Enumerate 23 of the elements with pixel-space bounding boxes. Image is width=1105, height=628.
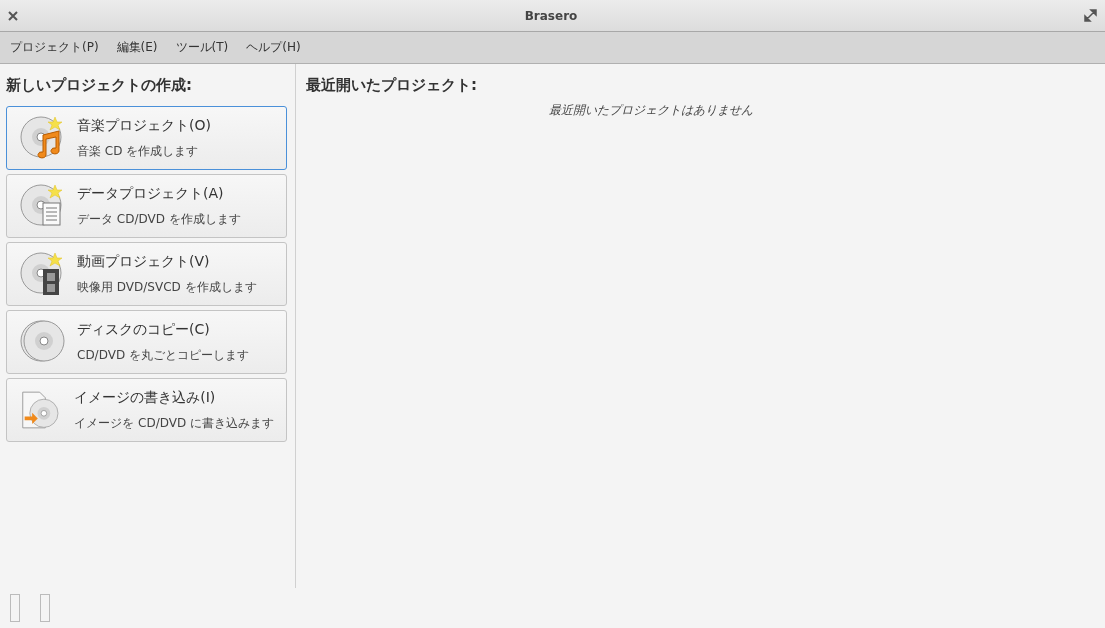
project-button[interactable]: 音楽プロジェクト(O) 音楽 CD を作成します [6, 106, 287, 170]
project-button[interactable]: イメージの書き込み(I) イメージを CD/DVD に書き込みます [6, 378, 287, 442]
menu-item[interactable]: プロジェクト(P) [10, 39, 99, 56]
empty-message: 最近開いたプロジェクトはありません [547, 102, 754, 119]
project-description: イメージを CD/DVD に書き込みます [74, 414, 274, 432]
project-title: ディスクのコピー(C) [77, 320, 211, 339]
project-button[interactable]: データプロジェクト(A) データ CD/DVD を作成します [6, 174, 287, 238]
project-description: CD/DVD を丸ごとコピーします [77, 346, 249, 364]
project-button[interactable]: 動画プロジェクト(V) 映像用 DVD/SVCD を作成します [6, 242, 287, 306]
project-title: 音楽プロジェクト(O) [77, 116, 211, 135]
project-title: イメージの書き込み(I) [74, 388, 217, 407]
menu-item[interactable]: 編集(E) [116, 39, 158, 56]
project-title: データプロジェクト(A) [77, 184, 225, 203]
project-title: 動画プロジェクト(V) [77, 252, 211, 271]
project-description: 映像用 DVD/SVCD を作成します [77, 278, 257, 296]
window-title: Brasero [524, 8, 578, 23]
section-heading: 新しいプロジェクトの作成: [6, 74, 193, 96]
project-button[interactable]: ディスクのコピー(C) CD/DVD を丸ごとコピーします [6, 310, 287, 374]
project-description: 音楽 CD を作成します [77, 142, 200, 160]
project-description: データ CD/DVD を作成します [77, 210, 241, 228]
menu-item[interactable]: ヘルプ(H) [246, 39, 301, 56]
section-heading: 最近開いたプロジェクト: [306, 74, 478, 96]
menu-item[interactable]: ツール(T) [175, 39, 229, 56]
